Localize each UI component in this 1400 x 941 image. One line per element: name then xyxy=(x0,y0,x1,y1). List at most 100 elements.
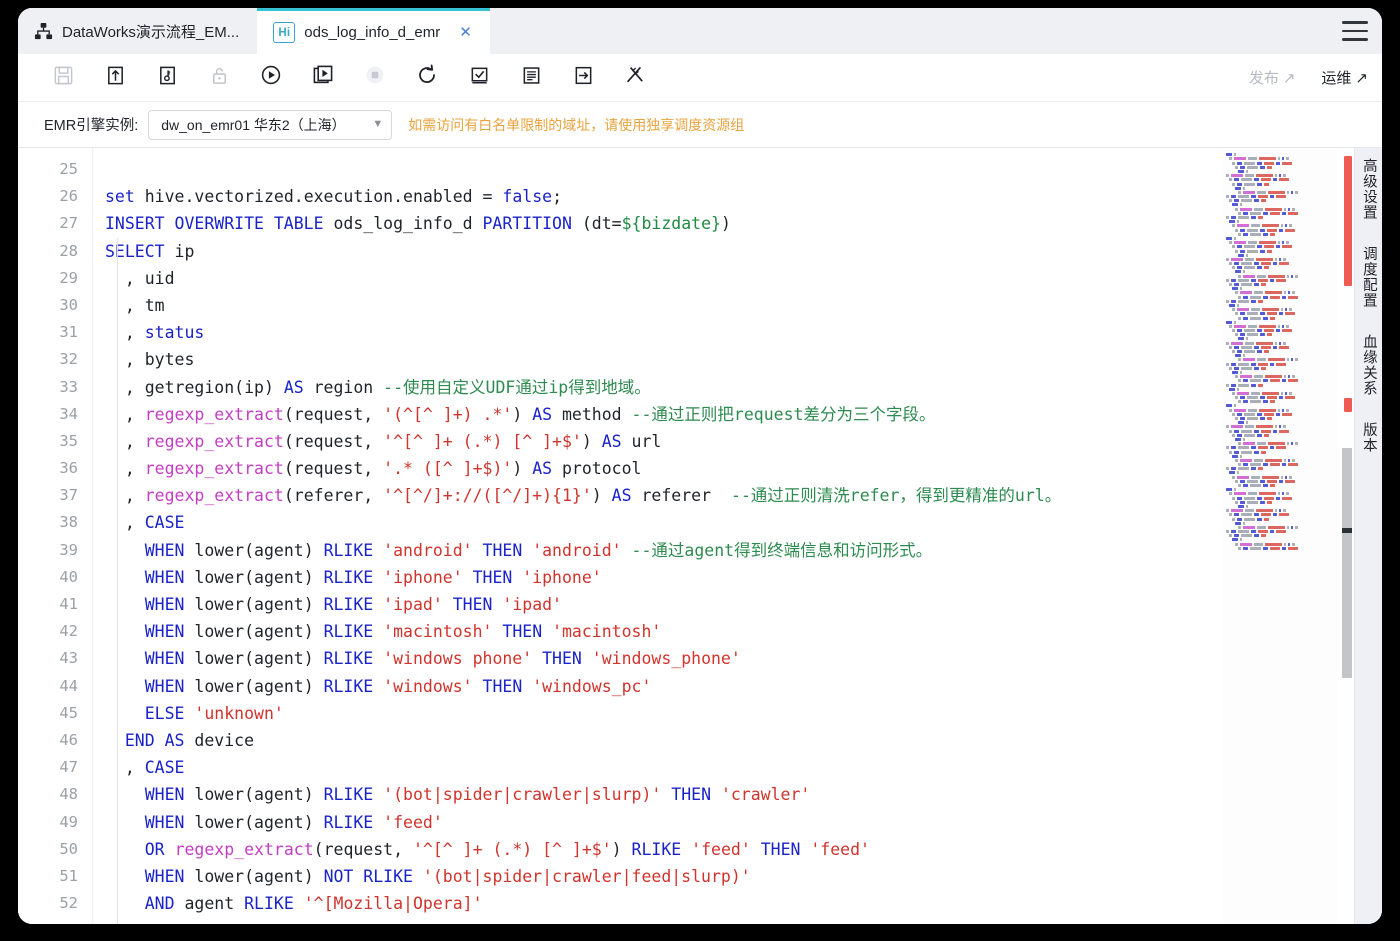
param-button[interactable] xyxy=(564,59,602,97)
code-line[interactable]: , regexp_extract(request, '(^[^ ]+) .*')… xyxy=(93,401,1382,428)
key-page-icon xyxy=(157,65,178,91)
minimap-segment xyxy=(1287,291,1291,295)
minimap-row xyxy=(1226,362,1338,366)
minimap-segment xyxy=(1266,417,1272,420)
minimap-segment xyxy=(1229,241,1233,245)
editor-vertical-scrollbar[interactable] xyxy=(1340,148,1354,924)
rail-schedule-config[interactable]: 调度配置 xyxy=(1360,246,1377,308)
minimap-segment xyxy=(1263,161,1274,165)
code-line[interactable]: SELECT ip xyxy=(93,238,1382,265)
rail-version[interactable]: 版本 xyxy=(1360,422,1377,453)
tab-ods-log-info-d-emr[interactable]: Hi ods_log_info_d_emr ✕ xyxy=(257,8,490,54)
minimap-segment xyxy=(1260,178,1271,182)
code-line[interactable]: WHEN lower(agent) RLIKE 'macintosh' THEN… xyxy=(93,618,1382,645)
code-line[interactable]: WHEN lower(agent) RLIKE 'iphone' THEN 'i… xyxy=(93,564,1382,591)
code-line[interactable]: , tm xyxy=(93,292,1382,319)
code-token: 'windows phone' xyxy=(383,649,543,669)
code-line[interactable]: , uid xyxy=(93,265,1382,292)
code-line[interactable] xyxy=(93,156,1382,183)
minimap-segment xyxy=(1250,383,1256,387)
code-line[interactable]: WHEN lower(agent) RLIKE '(bot|spider|cra… xyxy=(93,781,1382,808)
code-line[interactable]: WHEN lower(agent) RLIKE 'windows phone' … xyxy=(93,645,1382,672)
code-line[interactable]: , regexp_extract(request, '^[^ ]+ (.*) [… xyxy=(93,428,1382,455)
minimap-segment xyxy=(1278,174,1282,178)
hamburger-menu-icon[interactable] xyxy=(1342,21,1368,41)
lock-button[interactable] xyxy=(200,59,238,97)
format-button[interactable] xyxy=(512,59,550,97)
code-line[interactable]: , bytes xyxy=(93,346,1382,373)
submit-button[interactable] xyxy=(96,59,134,97)
engine-instance-select[interactable]: dw_on_emr01 华东2（上海） ▼ xyxy=(148,109,393,140)
code-editor[interactable]: 25 26 27 28 29 30 31 32 33 34 35 36 37 38 39 40 41 42 43 44… xyxy=(18,148,1382,924)
tools-button[interactable] xyxy=(616,59,654,97)
upload-arrow-icon xyxy=(105,65,126,91)
code-line[interactable]: , regexp_extract(referer, '^[^/]+://([^/… xyxy=(93,482,1382,509)
code-token: = xyxy=(482,187,503,207)
scrollbar-thumb[interactable] xyxy=(1342,448,1352,678)
minimap-segment xyxy=(1231,467,1236,471)
code-token: , bytes xyxy=(105,350,195,370)
rerun-button[interactable] xyxy=(408,59,446,97)
publish-link[interactable]: 发布 ↗ xyxy=(1249,67,1296,88)
code-line[interactable]: INSERT OVERWRITE TABLE ods_log_info_d PA… xyxy=(93,210,1382,237)
code-line[interactable]: OR regexp_extract(request, '^[^ ]+ (.*) … xyxy=(93,836,1382,863)
code-content[interactable]: set hive.vectorized.execution.enabled = … xyxy=(92,148,1382,924)
rail-advanced-settings[interactable]: 高级设置 xyxy=(1360,158,1377,220)
stop-button[interactable] xyxy=(356,59,394,97)
steal-lock-button[interactable] xyxy=(148,59,186,97)
tab-dataworks-flow[interactable]: DataWorks演示流程_EM... xyxy=(18,8,258,54)
minimap-segment xyxy=(1243,350,1255,353)
precheck-button[interactable] xyxy=(460,59,498,97)
code-line[interactable]: WHEN lower(agent) NOT RLIKE '(bot|spider… xyxy=(93,863,1382,890)
minimap-segment xyxy=(1263,412,1274,416)
code-token: false xyxy=(502,187,553,207)
code-line[interactable]: ELSE 'unknown' xyxy=(93,700,1382,727)
minimap-row xyxy=(1238,253,1338,257)
minimap-segment xyxy=(1239,538,1242,542)
code-line[interactable]: WHEN lower(agent) RLIKE 'android' THEN '… xyxy=(93,537,1382,564)
minimap-segment xyxy=(1287,542,1291,546)
save-button[interactable] xyxy=(44,59,82,97)
minimap-row xyxy=(1238,504,1338,508)
minimap-row xyxy=(1229,387,1338,391)
minimap-segment xyxy=(1281,379,1287,383)
minimap-segment xyxy=(1292,207,1295,211)
minimap-segment xyxy=(1238,274,1242,278)
code-line[interactable]: END AS device xyxy=(93,727,1382,754)
code-token: WHEN xyxy=(144,540,195,560)
rail-lineage[interactable]: 血缘关系 xyxy=(1360,334,1377,396)
code-token: ) xyxy=(720,214,731,234)
code-line[interactable]: AND agent RLIKE '^[Mozilla|Opera]' xyxy=(93,890,1382,917)
minimap-segment xyxy=(1233,153,1236,157)
minimap-segment xyxy=(1237,391,1250,395)
ops-link[interactable]: 运维 ↗ xyxy=(1321,67,1368,88)
minimap-segment xyxy=(1257,274,1266,278)
minimap-row xyxy=(1235,458,1338,462)
code-line[interactable]: , regexp_extract(request, '.* ([^ ]+$)')… xyxy=(93,455,1382,482)
code-minimap[interactable] xyxy=(1222,148,1338,924)
code-line[interactable]: , CASE xyxy=(93,754,1382,781)
code-line[interactable]: WHEN lower(agent) RLIKE 'ipad' THEN 'ipa… xyxy=(93,591,1382,618)
run-button[interactable] xyxy=(252,59,290,97)
minimap-segment xyxy=(1243,546,1248,550)
code-line[interactable]: , getregion(ip) AS region --使用自定义UDF通过ip… xyxy=(93,374,1382,401)
line-number: 44 xyxy=(59,676,78,695)
minimap-segment xyxy=(1226,530,1230,534)
code-token: WHEN xyxy=(144,866,195,886)
code-line[interactable]: , status xyxy=(93,319,1382,346)
line-number: 27 xyxy=(59,214,78,233)
minimap-segment xyxy=(1237,308,1250,312)
minimap-segment xyxy=(1266,249,1272,253)
minimap-segment xyxy=(1282,496,1292,500)
close-icon[interactable]: ✕ xyxy=(459,25,472,40)
minimap-segment xyxy=(1263,496,1274,500)
code-line[interactable]: WHEN lower(agent) RLIKE 'feed' xyxy=(93,809,1382,836)
code-token: 'iphone' xyxy=(383,567,473,587)
minimap-row xyxy=(1229,283,1338,286)
run-smoke-button[interactable] xyxy=(304,59,342,97)
code-line[interactable]: , CASE xyxy=(93,509,1382,536)
code-line[interactable]: WHEN lower(agent) RLIKE 'windows' THEN '… xyxy=(93,673,1382,700)
code-line[interactable]: set hive.vectorized.execution.enabled = … xyxy=(93,183,1382,210)
minimap-segment xyxy=(1288,546,1298,550)
